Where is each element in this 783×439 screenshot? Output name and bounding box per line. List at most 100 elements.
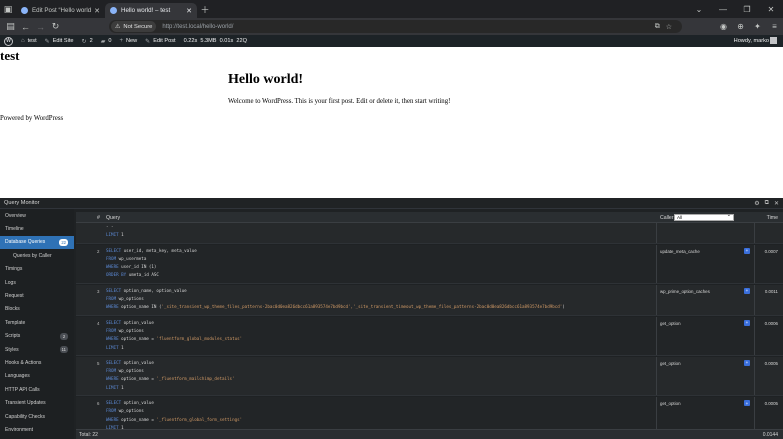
- qm-nav-label: Queries by Caller: [13, 252, 52, 259]
- copilot-icon[interactable]: ✦: [749, 18, 766, 35]
- wordpress-logo-icon: W: [4, 36, 13, 46]
- caller-filter-select[interactable]: All: [674, 213, 734, 221]
- query-caller[interactable]: get_option: [660, 321, 681, 326]
- updates-icon: ↻: [81, 38, 87, 45]
- minimize-icon[interactable]: —: [711, 0, 735, 18]
- comments-item[interactable]: ▰ 0: [97, 35, 116, 47]
- query-caller[interactable]: wp_prime_option_caches: [660, 289, 710, 294]
- table-row: 4 SELECT option_value FROM wp_options WHERE…: [76, 316, 783, 356]
- qm-nav-label: Hooks & Actions: [5, 359, 42, 366]
- forward-icon[interactable]: →: [33, 18, 48, 35]
- qm-nav-hooks-actions[interactable]: Hooks & Actions: [0, 356, 74, 369]
- extensions-icon[interactable]: ◉: [715, 18, 732, 35]
- table-row: 5 SELECT option_value FROM wp_options WHERE…: [76, 356, 783, 397]
- qm-nav-environment[interactable]: Environment: [0, 423, 74, 436]
- expand-stack-icon[interactable]: +: [744, 247, 750, 254]
- qm-nav-label: Overview: [5, 212, 26, 219]
- edit-post-item[interactable]: ✎ Edit Post: [141, 35, 179, 47]
- qm-nav-http-api-calls[interactable]: HTTP API Calls: [0, 383, 74, 396]
- close-tab-icon[interactable]: ✕: [94, 7, 100, 15]
- sidebar-icon[interactable]: ▤: [3, 18, 18, 35]
- col-caller: Caller: [660, 215, 674, 221]
- qm-nav-label: Capability Checks: [5, 413, 46, 420]
- qm-nav-label: Blocks: [5, 306, 20, 313]
- qm-nav-logs[interactable]: Logs: [0, 276, 74, 289]
- site-name-item[interactable]: ⌂ test: [17, 35, 41, 47]
- omnibox[interactable]: ⚠ Not Secure http://test.local/hello-wor…: [109, 20, 682, 33]
- column-divider: [754, 356, 755, 396]
- qm-nav-blocks[interactable]: Blocks: [0, 303, 74, 316]
- expand-stack-icon[interactable]: +: [744, 287, 750, 294]
- wordpress-favicon-icon: [110, 7, 117, 14]
- screen-cast-icon[interactable]: ⧉: [655, 23, 660, 31]
- tab-hello-world[interactable]: Hello world! – test ✕: [105, 3, 197, 18]
- home-icon: ⌂: [21, 38, 25, 44]
- tab-search-icon[interactable]: ⌄: [687, 0, 711, 18]
- site-footer[interactable]: Powered by WordPress: [0, 115, 63, 122]
- qm-nav-label: Styles: [5, 346, 19, 353]
- new-content-item[interactable]: + New: [115, 35, 141, 47]
- total-time: 0.0144: [762, 432, 778, 438]
- url-text[interactable]: http://test.local/hello-world/: [162, 24, 233, 30]
- qm-nav-overview[interactable]: Overview: [0, 209, 74, 222]
- column-divider: [754, 284, 755, 315]
- query-caller[interactable]: get_option: [660, 361, 681, 366]
- profile-icon[interactable]: ⊕: [732, 18, 749, 35]
- tab-edit-post[interactable]: Edit Post “Hello world!” - test — ✕: [16, 3, 105, 18]
- qm-nav-timeline[interactable]: Timeline: [0, 222, 74, 235]
- query-number: 6: [97, 401, 100, 407]
- reload-icon[interactable]: ↻: [48, 18, 63, 35]
- qm-nav-timings[interactable]: Timings: [0, 263, 74, 276]
- query-caller[interactable]: get_option: [660, 401, 681, 406]
- qm-nav-styles[interactable]: Styles 11: [0, 343, 74, 356]
- qm-nav-queries-by-caller[interactable]: Queries by Caller: [0, 249, 74, 262]
- edit-site-label: Edit Site: [52, 38, 74, 44]
- qm-nav-template[interactable]: Template: [0, 316, 74, 329]
- pop-out-icon[interactable]: ⧉: [765, 200, 769, 207]
- avatar[interactable]: [770, 37, 777, 44]
- column-divider: [754, 397, 755, 429]
- qm-nav-database-queries[interactable]: Database Queries 22: [0, 235, 74, 250]
- updates-item[interactable]: ↻ 2: [78, 35, 97, 47]
- expand-stack-icon[interactable]: +: [744, 359, 750, 366]
- qm-nav-request[interactable]: Request: [0, 289, 74, 302]
- maximize-icon[interactable]: ❐: [735, 0, 759, 18]
- close-tab-icon[interactable]: ✕: [186, 7, 192, 15]
- browser-tab-bar: ▣ Edit Post “Hello world!” - test — ✕ He…: [0, 0, 783, 18]
- query-sql: - - LIMIT 1: [106, 224, 124, 238]
- column-divider: [754, 316, 755, 355]
- qm-nav-count-badge: 11: [59, 345, 68, 353]
- edit-site-item[interactable]: ✎ Edit Site: [41, 35, 78, 47]
- bookmark-star-icon[interactable]: ☆: [666, 23, 672, 31]
- settings-icon[interactable]: ⚙: [754, 200, 759, 207]
- new-label: New: [125, 38, 138, 44]
- url-host: http://test.local: [162, 23, 202, 30]
- query-time: 0.0011: [764, 288, 778, 294]
- tab-actions-icon[interactable]: ▣: [0, 0, 16, 18]
- expand-stack-icon[interactable]: +: [744, 400, 750, 407]
- qm-nav-transient-updates[interactable]: Transient Updates: [0, 396, 74, 409]
- qm-nav-capability-checks[interactable]: Capability Checks: [0, 410, 74, 423]
- table-row: 2 SELECT user_id, meta_key, meta_value FRO…: [76, 244, 783, 284]
- close-icon[interactable]: ✕: [774, 200, 779, 207]
- wordpress-favicon-icon: [21, 7, 28, 14]
- qm-nav-scripts[interactable]: Scripts 2: [0, 330, 74, 343]
- column-divider: [656, 244, 657, 283]
- tab-title: Edit Post “Hello world!” - test —: [32, 7, 92, 14]
- browser-tools: ◉ ⊕ ✦ ≡: [715, 18, 783, 35]
- menu-icon[interactable]: ≡: [766, 18, 783, 35]
- howdy-user[interactable]: Howdy, marko: [734, 35, 769, 47]
- back-icon[interactable]: ←: [18, 18, 33, 35]
- new-tab-icon[interactable]: ＋: [197, 0, 213, 18]
- query-monitor-stats[interactable]: 0.22s 5.3MB 0.01s 22Q: [180, 35, 251, 47]
- close-window-icon[interactable]: ✕: [759, 0, 783, 18]
- col-time[interactable]: Time: [767, 215, 778, 221]
- column-divider: [656, 356, 657, 396]
- comments-count: 0: [108, 38, 112, 44]
- site-title[interactable]: test: [0, 48, 20, 64]
- expand-stack-icon[interactable]: +: [744, 319, 750, 326]
- query-caller[interactable]: update_meta_cache: [660, 249, 700, 254]
- qm-nav-languages[interactable]: Languages: [0, 370, 74, 383]
- not-secure-chip[interactable]: ⚠ Not Secure: [111, 21, 157, 32]
- wp-logo-item[interactable]: W: [0, 35, 17, 47]
